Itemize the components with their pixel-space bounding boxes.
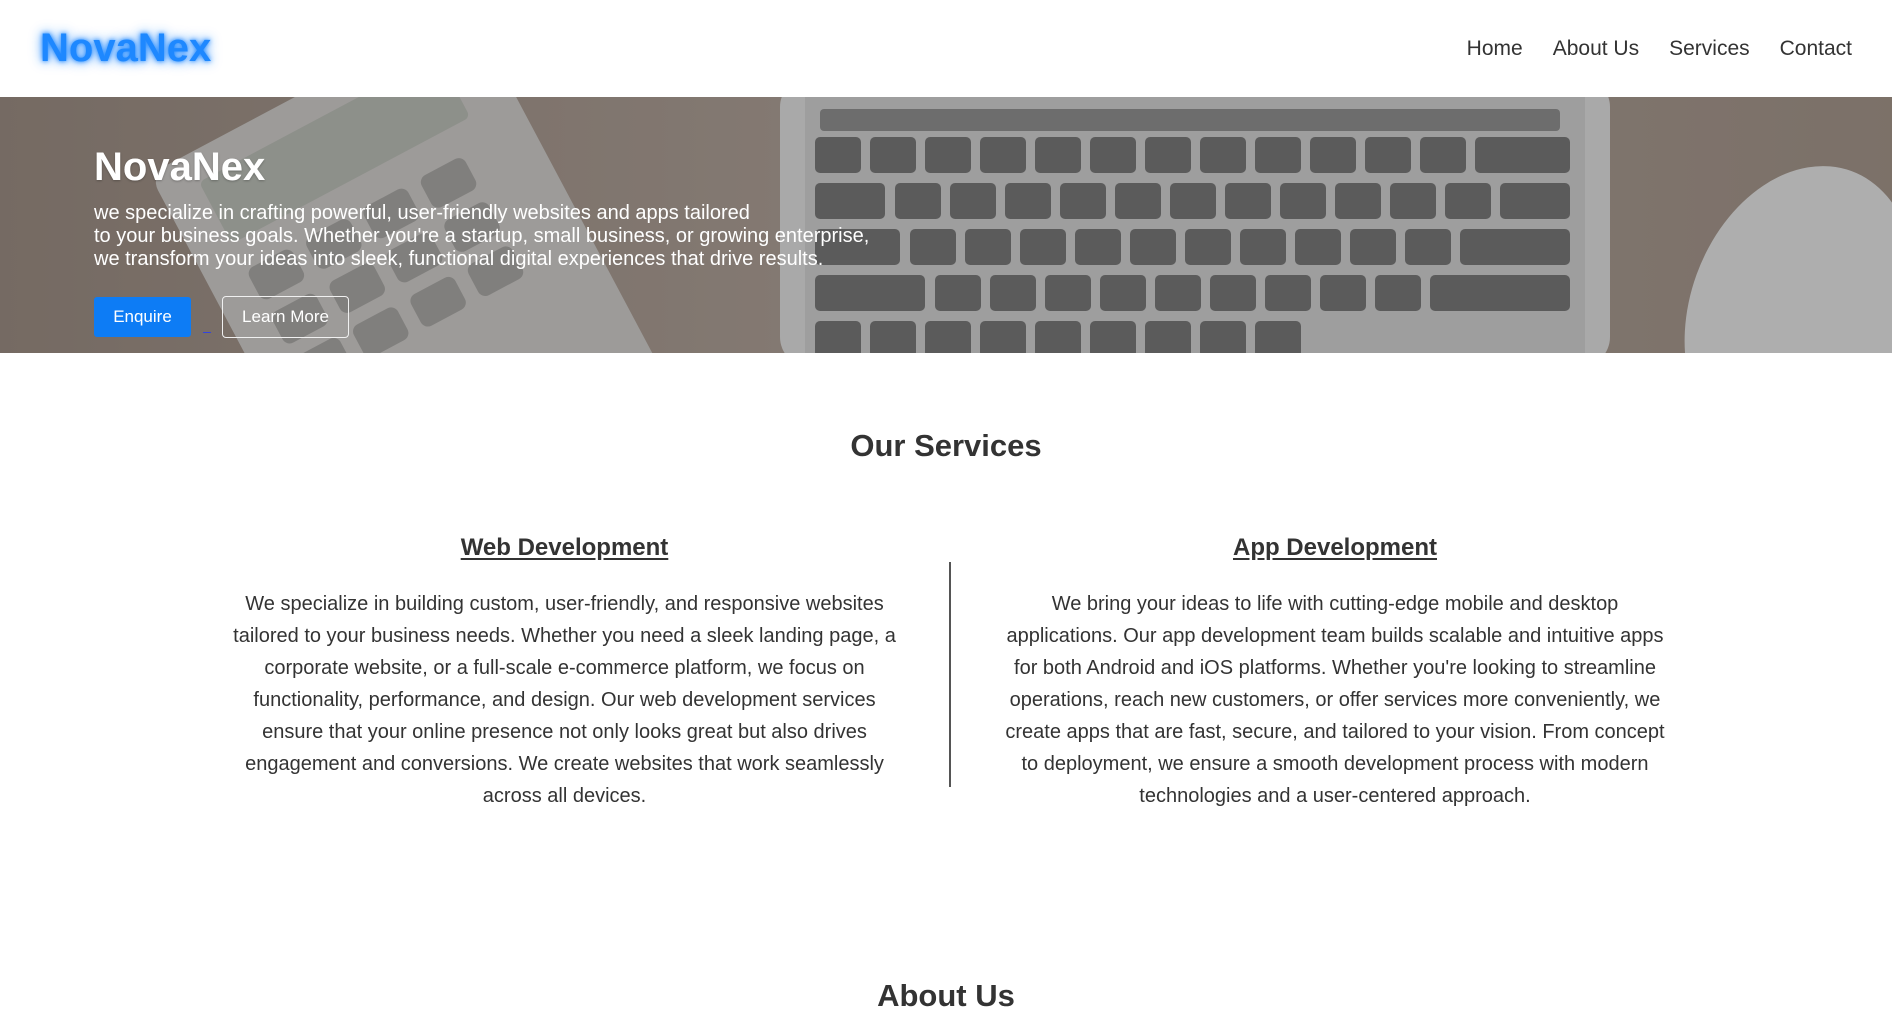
hero-text-line: we transform your ideas into sleek, func… (94, 248, 824, 270)
service-text-line: tailored to your business needs. Whether… (233, 625, 896, 647)
service-text-line: We specialize in building custom, user-f… (245, 593, 884, 615)
service-text-line: to deployment, we ensure a smooth develo… (1021, 753, 1649, 775)
hero-content: NovaNex we specialize in crafting powerf… (94, 145, 869, 338)
service-text-line: technologies and a user-centered approac… (1139, 785, 1531, 807)
service-text-line: functionality, performance, and design. … (253, 689, 876, 711)
web-development-card: Web Development We specialize in buildin… (224, 534, 905, 812)
service-text-line: We bring your ideas to life with cutting… (1051, 593, 1619, 615)
service-text-line: operations, reach new customers, or offe… (1009, 689, 1661, 711)
service-text-line: applications. Our app development team b… (1006, 625, 1664, 647)
hero-title: NovaNex (94, 145, 266, 189)
app-development-description: We bring your ideas to life with cutting… (1000, 588, 1670, 812)
learn-more-button[interactable]: Learn More (222, 296, 349, 338)
hero-text-line: we specialize in crafting powerful, user… (94, 202, 750, 224)
nav-home-link[interactable]: Home (1467, 37, 1523, 61)
service-text-line: engagement and conversions. We create we… (245, 753, 884, 775)
app-development-card: App Development We bring your ideas to l… (1000, 534, 1670, 812)
about-heading: About Us (877, 978, 1015, 1013)
nav-about-link[interactable]: About Us (1553, 37, 1639, 61)
hero-description: we specialize in crafting powerful, user… (94, 202, 869, 271)
services-heading: Our Services (850, 428, 1042, 463)
main-nav: Home About Us Services Contact (1467, 37, 1852, 61)
service-text-line: across all devices. (482, 785, 647, 807)
web-development-description: We specialize in building custom, user-f… (224, 588, 905, 812)
site-header: NovaNex Home About Us Services Contact (0, 0, 1892, 97)
hero-banner: NovaNex we specialize in crafting powerf… (0, 97, 1892, 353)
service-text-line: corporate website, or a full-scale e-com… (264, 657, 865, 679)
logo[interactable]: NovaNex (40, 26, 211, 71)
service-text-line: for both Android and iOS platforms. Whet… (1014, 657, 1656, 679)
web-development-heading[interactable]: Web Development (224, 534, 905, 562)
services-divider (949, 562, 951, 787)
nav-services-link[interactable]: Services (1669, 37, 1750, 61)
service-text-line: create apps that are fast, secure, and t… (1005, 721, 1665, 743)
nav-contact-link[interactable]: Contact (1780, 37, 1852, 61)
hero-buttons: Enquire Learn More (94, 296, 869, 338)
enquire-button[interactable]: Enquire (94, 297, 191, 337)
service-text-line: ensure that your online presence not onl… (262, 721, 867, 743)
hero-text-line: to your business goals. Whether you're a… (94, 225, 870, 247)
underline-link[interactable] (203, 311, 211, 333)
app-development-heading[interactable]: App Development (1000, 534, 1670, 562)
